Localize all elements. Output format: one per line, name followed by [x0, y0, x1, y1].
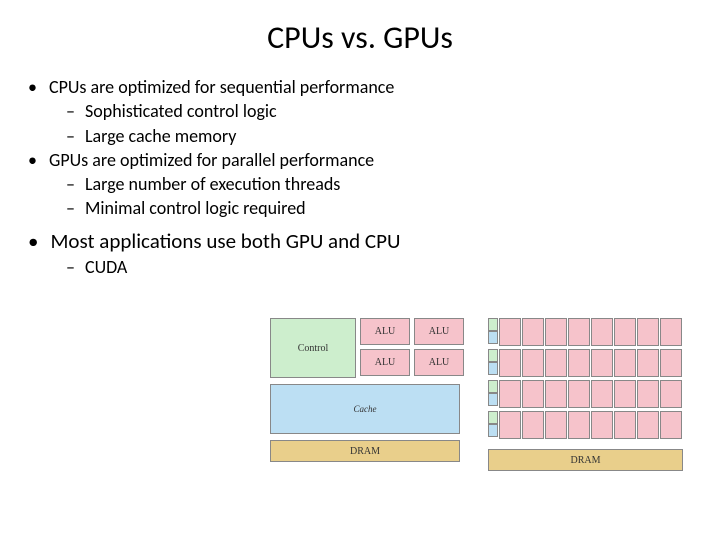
subbullet-text: Large number of execution threads: [85, 173, 340, 195]
gpu-alu-block: [637, 380, 659, 408]
gpu-control-block: [488, 380, 498, 393]
cpu-alu-block: ALU: [414, 318, 464, 345]
gpu-alu-block: [568, 318, 590, 346]
gpu-core-grid: [488, 318, 683, 439]
gpu-alu-block: [522, 411, 544, 439]
bullet-gpu: GPUs are optimized for parallel performa…: [28, 148, 700, 221]
cpu-control-block: Control: [270, 318, 356, 378]
subbullet: Large cache memory: [66, 124, 700, 148]
gpu-alu-block: [614, 318, 636, 346]
gpu-dram-block: DRAM: [488, 449, 683, 471]
gpu-alu-block: [591, 380, 613, 408]
bullet-text: CPUs are optimized for sequential perfor…: [49, 76, 394, 98]
gpu-alu-block: [545, 411, 567, 439]
gpu-alu-block: [545, 349, 567, 377]
gpu-core-row: [488, 318, 683, 346]
gpu-alu-block: [499, 411, 521, 439]
subbullet: Minimal control logic required: [66, 196, 700, 220]
subbullet: Sophisticated control logic: [66, 99, 700, 123]
gpu-alu-block: [660, 318, 682, 346]
subbullet-text: Sophisticated control logic: [85, 100, 277, 122]
gpu-cache-block: [488, 393, 498, 406]
gpu-alu-block: [614, 380, 636, 408]
slide-body: CPUs are optimized for sequential perfor…: [28, 75, 700, 279]
cpu-alu-block: ALU: [360, 318, 410, 345]
cpu-alu-block: ALU: [360, 349, 410, 376]
gpu-block: DRAM: [488, 318, 683, 471]
gpu-alu-block: [591, 349, 613, 377]
gpu-core-row: [488, 411, 683, 439]
gpu-alu-block: [591, 411, 613, 439]
gpu-alu-block: [637, 349, 659, 377]
gpu-alu-block: [660, 411, 682, 439]
bullet-text: Most applications use both GPU and CPU: [50, 228, 400, 254]
cpu-block: Control ALU ALU ALU ALU Cache DRAM: [270, 318, 464, 471]
gpu-alu-block: [499, 318, 521, 346]
gpu-alu-block: [637, 411, 659, 439]
cpu-dram-block: DRAM: [270, 440, 460, 462]
gpu-alu-block: [660, 349, 682, 377]
gpu-alu-block: [660, 380, 682, 408]
bullet-both: Most applications use both GPU and CPU C…: [28, 227, 700, 280]
cpu-alu-block: ALU: [414, 349, 464, 376]
gpu-alu-block: [568, 380, 590, 408]
gpu-alu-block: [591, 318, 613, 346]
gpu-cache-block: [488, 424, 498, 437]
gpu-alu-block: [568, 411, 590, 439]
architecture-diagram: Control ALU ALU ALU ALU Cache DRAM DRAM: [270, 318, 683, 471]
gpu-alu-block: [614, 349, 636, 377]
bullet-text: GPUs are optimized for parallel performa…: [49, 149, 374, 171]
gpu-core-row: [488, 380, 683, 408]
subbullet-text: CUDA: [85, 256, 127, 278]
gpu-core-row: [488, 349, 683, 377]
gpu-alu-block: [499, 349, 521, 377]
subbullet-text: Large cache memory: [85, 125, 236, 147]
gpu-alu-block: [522, 380, 544, 408]
gpu-cache-block: [488, 331, 498, 344]
subbullet: CUDA: [66, 255, 700, 279]
gpu-cache-block: [488, 362, 498, 375]
gpu-alu-block: [545, 380, 567, 408]
slide-title: CPUs vs. GPUs: [0, 18, 720, 57]
subbullet: Large number of execution threads: [66, 172, 700, 196]
bullet-cpu: CPUs are optimized for sequential perfor…: [28, 75, 700, 148]
gpu-alu-block: [499, 380, 521, 408]
gpu-alu-block: [522, 349, 544, 377]
gpu-alu-block: [545, 318, 567, 346]
cpu-cache-block: Cache: [270, 384, 460, 434]
subbullet-text: Minimal control logic required: [85, 197, 306, 219]
gpu-alu-block: [522, 318, 544, 346]
gpu-control-block: [488, 411, 498, 424]
gpu-control-block: [488, 349, 498, 362]
gpu-alu-block: [568, 349, 590, 377]
gpu-alu-block: [614, 411, 636, 439]
gpu-alu-block: [637, 318, 659, 346]
gpu-control-block: [488, 318, 498, 331]
